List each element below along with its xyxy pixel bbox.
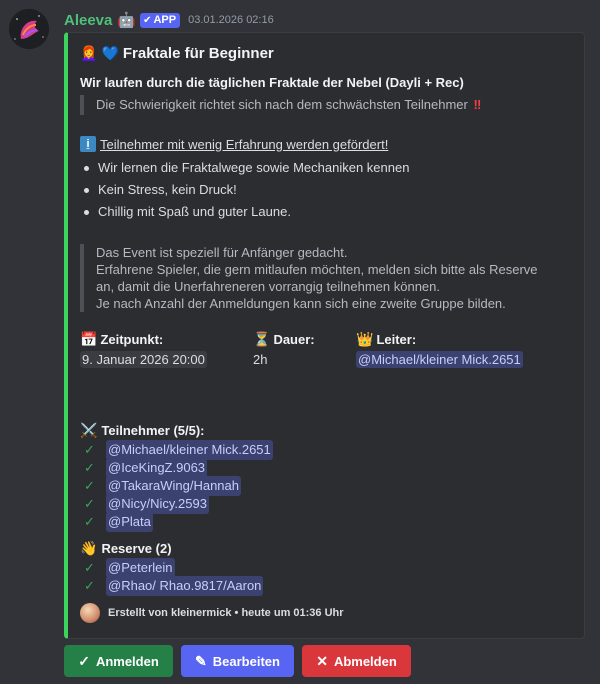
quote-line: an, damit die Unerfahreneren vorrangig t… — [96, 279, 440, 294]
event-embed: 👩‍🦰 💙 Fraktale für Beginner Wir laufen d… — [64, 32, 585, 639]
reserve-header-text: Reserve (2) — [101, 541, 172, 556]
reserve-row: ✓ @Peterlein — [84, 558, 263, 578]
robot-icon: 🤖 — [117, 12, 137, 29]
mention[interactable]: @Michael/kleiner Mick.2651 — [106, 440, 273, 460]
hourglass-icon: ⏳ — [253, 330, 271, 347]
quote-line: Erfahrene Spieler, die gern mitlaufen mö… — [96, 262, 538, 277]
participant-row: ✓ @Plata — [84, 512, 273, 532]
quote-line: Je nach Anzahl der Anmeldungen kann sich… — [96, 296, 506, 311]
cross-icon: ✕ — [316, 652, 328, 669]
message-header: Aleeva 🤖 ✔ APP 03.01.2026 02:16 — [64, 10, 274, 30]
reserve-row: ✓ @Rhao/ Rhao.9817/Aaron — [84, 576, 264, 596]
crossed-swords-icon: ⚔️ — [80, 422, 98, 438]
mention[interactable]: @Peterlein — [106, 558, 175, 578]
pencil-icon: ✎ — [195, 652, 207, 669]
crown-icon: 👑 — [356, 330, 374, 347]
participant-row: ✓ @IceKingZ.9063 — [84, 458, 273, 478]
person-icon: 👩‍🦰 — [80, 45, 98, 61]
checkmark-icon: ✓ — [84, 496, 95, 511]
feature-list: Wir lernen die Fraktalwege sowie Mechani… — [82, 157, 409, 223]
list-item: Chillig mit Spaß und guter Laune. — [82, 201, 409, 223]
event-note-quote: Das Event ist speziell für Anfänger geda… — [80, 244, 560, 312]
app-badge: ✔ APP — [140, 12, 181, 28]
difficulty-quote-text: Die Schwierigkeit richtet sich nach dem … — [96, 97, 468, 112]
checkmark-icon: ✓ — [84, 560, 95, 575]
field-zeitpunkt: 📅 Zeitpunkt: 9. Januar 2026 20:00 — [80, 329, 207, 369]
reserve-header: 👋 Reserve (2) — [80, 540, 172, 557]
app-badge-label: APP — [153, 14, 177, 26]
field-label: Dauer: — [273, 331, 315, 347]
checkmark-icon: ✓ — [84, 478, 95, 493]
mention[interactable]: @Nicy/Nicy.2593 — [106, 494, 209, 514]
participant-row: ✓ @Nicy/Nicy.2593 — [84, 494, 273, 514]
difficulty-quote: Die Schwierigkeit richtet sich nach dem … — [80, 95, 540, 115]
embed-subtitle: Wir laufen durch die täglichen Fraktale … — [80, 75, 464, 90]
info-icon: i — [80, 136, 96, 152]
field-value: 9. Januar 2026 20:00 — [80, 351, 207, 368]
participants-header-text: Teilnehmer (5/5): — [101, 423, 205, 438]
info-line-text: Teilnehmer mit wenig Erfahrung werden ge… — [100, 136, 389, 152]
checkmark-icon: ✓ — [84, 578, 95, 593]
blue-heart-icon: 💙 — [101, 45, 119, 61]
quote-line: Das Event ist speziell für Anfänger geda… — [96, 245, 348, 260]
leave-button[interactable]: ✕ Abmelden — [302, 645, 411, 677]
embed-footer: Erstellt von kleinermick • heute um 01:3… — [80, 603, 344, 623]
join-button-label: Anmelden — [95, 653, 159, 669]
username[interactable]: Aleeva — [64, 12, 112, 29]
reserve-list: ✓ @Peterlein ✓ @Rhao/ Rhao.9817/Aaron — [84, 558, 264, 596]
calendar-icon: 📅 — [80, 330, 98, 347]
double-exclamation-icon: ‼ — [473, 97, 482, 112]
embed-title-text: Fraktale für Beginner — [122, 45, 274, 62]
avatar[interactable] — [9, 9, 49, 49]
mention[interactable]: @TakaraWing/Hannah — [106, 476, 241, 496]
mention[interactable]: @Plata — [106, 512, 153, 532]
checkmark-icon: ✓ — [78, 652, 90, 669]
leave-button-label: Abmelden — [333, 653, 397, 669]
field-label: Leiter: — [376, 331, 417, 347]
checkmark-icon: ✓ — [84, 442, 95, 457]
field-label: Zeitpunkt: — [100, 331, 164, 347]
mention[interactable]: @IceKingZ.9063 — [106, 458, 208, 478]
participants-header: ⚔️ Teilnehmer (5/5): — [80, 422, 205, 439]
embed-title: 👩‍🦰 💙 Fraktale für Beginner — [80, 45, 274, 62]
mention[interactable]: @Michael/kleiner Mick.2651 — [356, 351, 523, 368]
field-value: 2h — [253, 352, 268, 367]
mention[interactable]: @Rhao/ Rhao.9817/Aaron — [106, 576, 264, 596]
checkmark-icon: ✓ — [84, 514, 95, 529]
join-button[interactable]: ✓ Anmelden — [64, 645, 173, 677]
edit-button[interactable]: ✎ Bearbeiten — [181, 645, 294, 677]
checkmark-icon: ✓ — [84, 460, 95, 475]
check-icon: ✔ — [143, 14, 152, 26]
participant-row: ✓ @TakaraWing/Hannah — [84, 476, 273, 496]
info-line: i Teilnehmer mit wenig Erfahrung werden … — [80, 136, 388, 152]
footer-text: Erstellt von kleinermick • heute um 01:3… — [108, 607, 344, 619]
timestamp: 03.01.2026 02:16 — [188, 14, 274, 26]
field-leiter: 👑 Leiter: @Michael/kleiner Mick.2651 — [356, 329, 523, 369]
footer-avatar — [80, 603, 100, 623]
list-item: Kein Stress, kein Druck! — [82, 179, 409, 201]
field-dauer: ⏳ Dauer: 2h — [253, 329, 315, 369]
participant-row: ✓ @Michael/kleiner Mick.2651 — [84, 440, 273, 460]
waving-hand-icon: 👋 — [80, 540, 98, 556]
participants-list: ✓ @Michael/kleiner Mick.2651 ✓ @IceKingZ.9… — [84, 440, 273, 532]
list-item: Wir lernen die Fraktalwege sowie Mechani… — [82, 157, 409, 179]
edit-button-label: Bearbeiten — [212, 653, 280, 669]
